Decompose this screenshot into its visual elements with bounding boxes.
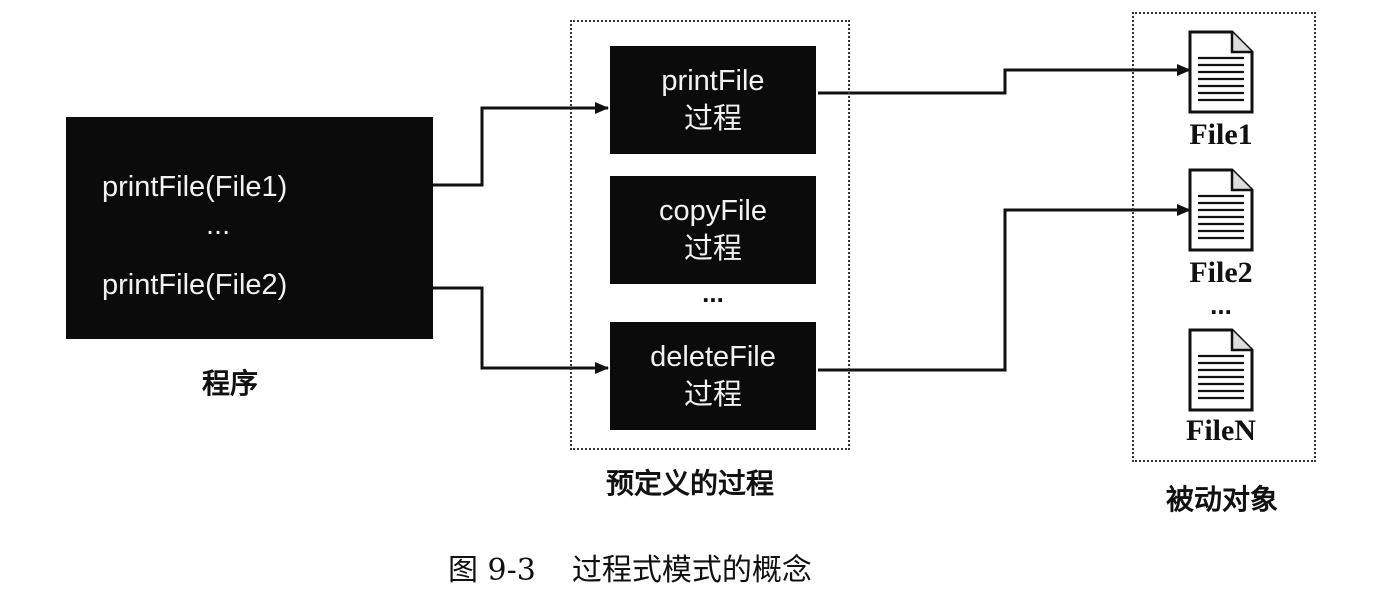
passive-objects-label: 被动对象: [1166, 483, 1279, 516]
files-ellipsis: ...: [1210, 290, 1232, 320]
figure-number: 图 9-3: [448, 553, 536, 588]
figure-caption: 图 9-3 过程式模式的概念: [448, 545, 812, 589]
file-label-n: FileN: [1186, 414, 1256, 447]
document-icon: [1188, 168, 1254, 252]
file-label-2: File2: [1189, 256, 1253, 289]
file-label-1: File1: [1189, 118, 1253, 151]
figure-title: 过程式模式的概念: [571, 553, 812, 588]
document-icon: [1188, 30, 1254, 114]
document-icon: [1188, 328, 1254, 412]
